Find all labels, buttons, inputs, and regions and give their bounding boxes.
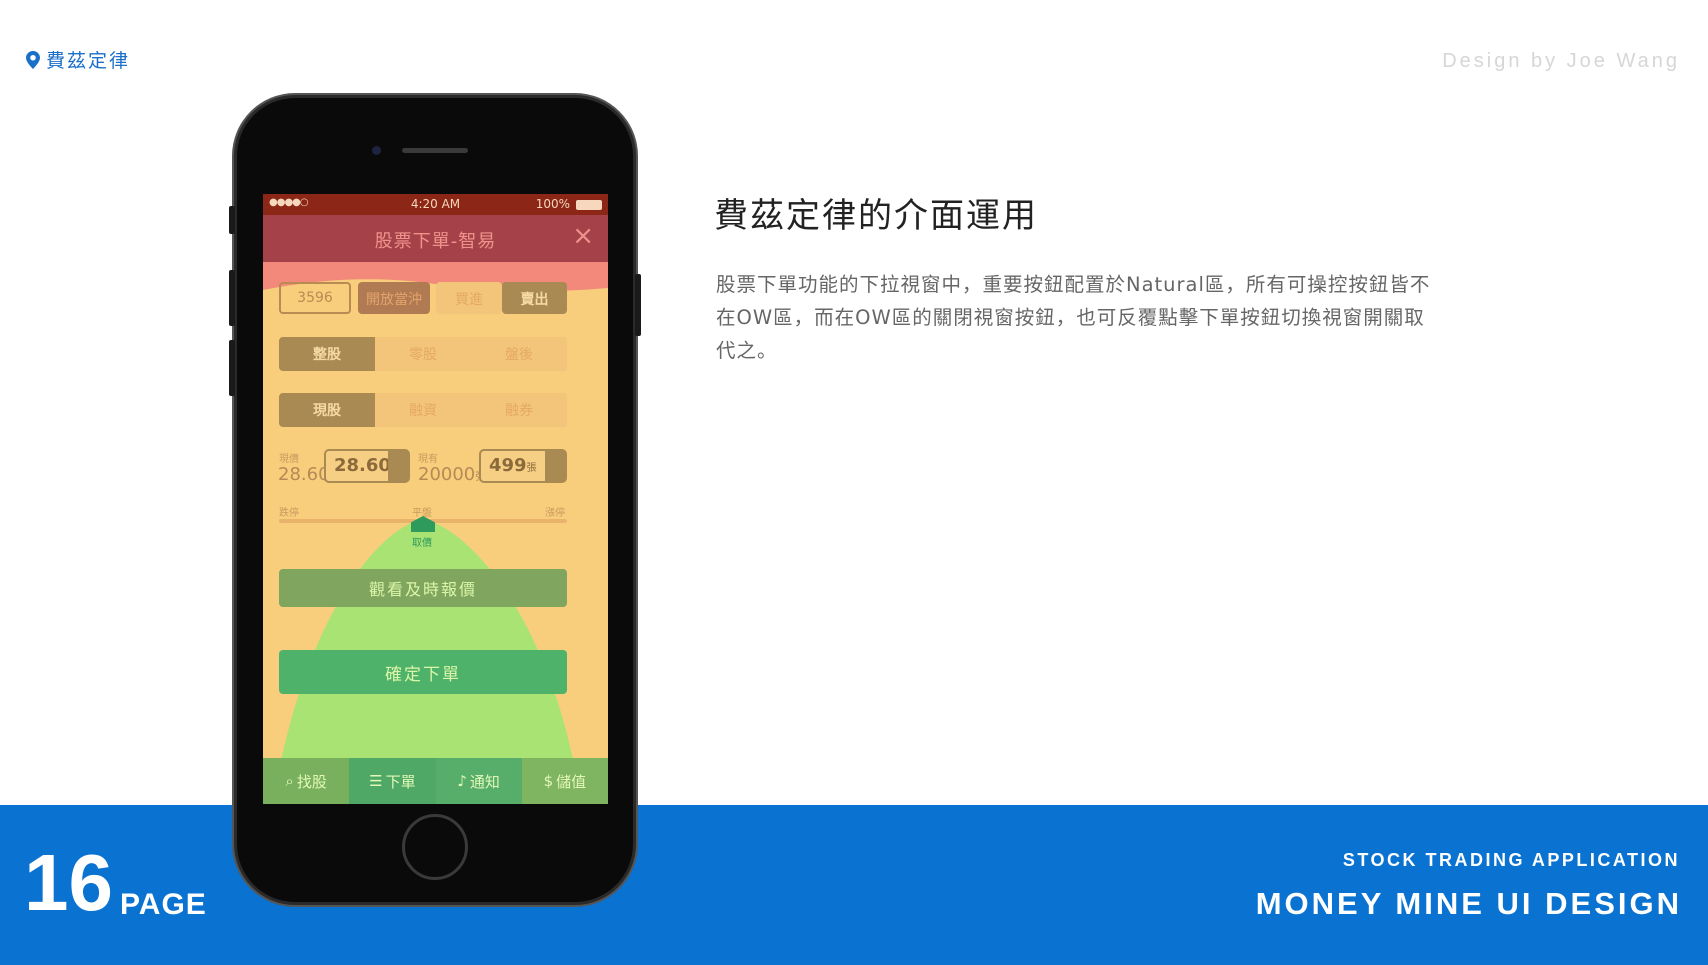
order-icon: ☰ xyxy=(369,772,383,790)
section-heading: 費茲定律的介面運用 xyxy=(714,196,1038,236)
phone-mockup: ●●●●○ 4:20 AM 100% 股票下單-智易 × 3596 開放當沖 買… xyxy=(229,98,641,902)
power-button xyxy=(635,274,641,336)
volume-down-button xyxy=(229,340,235,396)
tab-bar: ⌕ 找股 ☰ 下單 ♪ 通知 $ 儲值 xyxy=(263,758,608,804)
tab-deposit-label: 儲值 xyxy=(556,772,587,791)
slide: 費茲定律 Design by Joe Wang 16 PAGE STOCK TR… xyxy=(0,0,1708,965)
earpiece-speaker xyxy=(402,148,468,153)
tab-search[interactable]: ⌕ 找股 xyxy=(263,758,350,804)
footer-subtitle: STOCK TRADING APPLICATION xyxy=(1342,850,1680,870)
search-icon: ⌕ xyxy=(285,772,294,790)
front-camera xyxy=(372,146,381,155)
tab-order[interactable]: ☰ 下單 xyxy=(349,758,436,804)
footer-title: MONEY MINE UI DESIGN xyxy=(1255,886,1682,921)
dollar-icon: $ xyxy=(543,772,554,790)
tab-search-label: 找股 xyxy=(296,772,327,791)
tab-order-label: 下單 xyxy=(385,772,416,791)
design-credit: Design by Joe Wang xyxy=(1442,50,1680,72)
confirm-order-button[interactable]: 確定下單 xyxy=(279,650,567,694)
home-button xyxy=(402,814,468,880)
mute-switch xyxy=(229,206,235,234)
section-description: 股票下單功能的下拉視窗中，重要按鈕配置於Natural區，所有可操控按鈕皆不在O… xyxy=(716,273,1431,362)
natural-zone xyxy=(273,520,581,804)
tab-deposit[interactable]: $ 儲值 xyxy=(521,758,608,804)
volume-up-button xyxy=(229,270,235,326)
location-label: 費茲定律 xyxy=(46,50,131,72)
map-pin-icon xyxy=(26,50,40,69)
page-number: 16 xyxy=(24,838,113,927)
slider-marker-label: 取價 xyxy=(412,538,432,549)
bell-icon: ♪ xyxy=(457,772,467,790)
phone-screen: ●●●●○ 4:20 AM 100% 股票下單-智易 × 3596 開放當沖 買… xyxy=(263,194,608,804)
page-label: PAGE xyxy=(120,888,207,921)
tab-notify[interactable]: ♪ 通知 xyxy=(435,758,522,804)
location-header: 費茲定律 xyxy=(26,46,130,73)
realtime-quote-button[interactable]: 觀看及時報價 xyxy=(279,569,567,607)
tab-notify-label: 通知 xyxy=(469,772,500,791)
